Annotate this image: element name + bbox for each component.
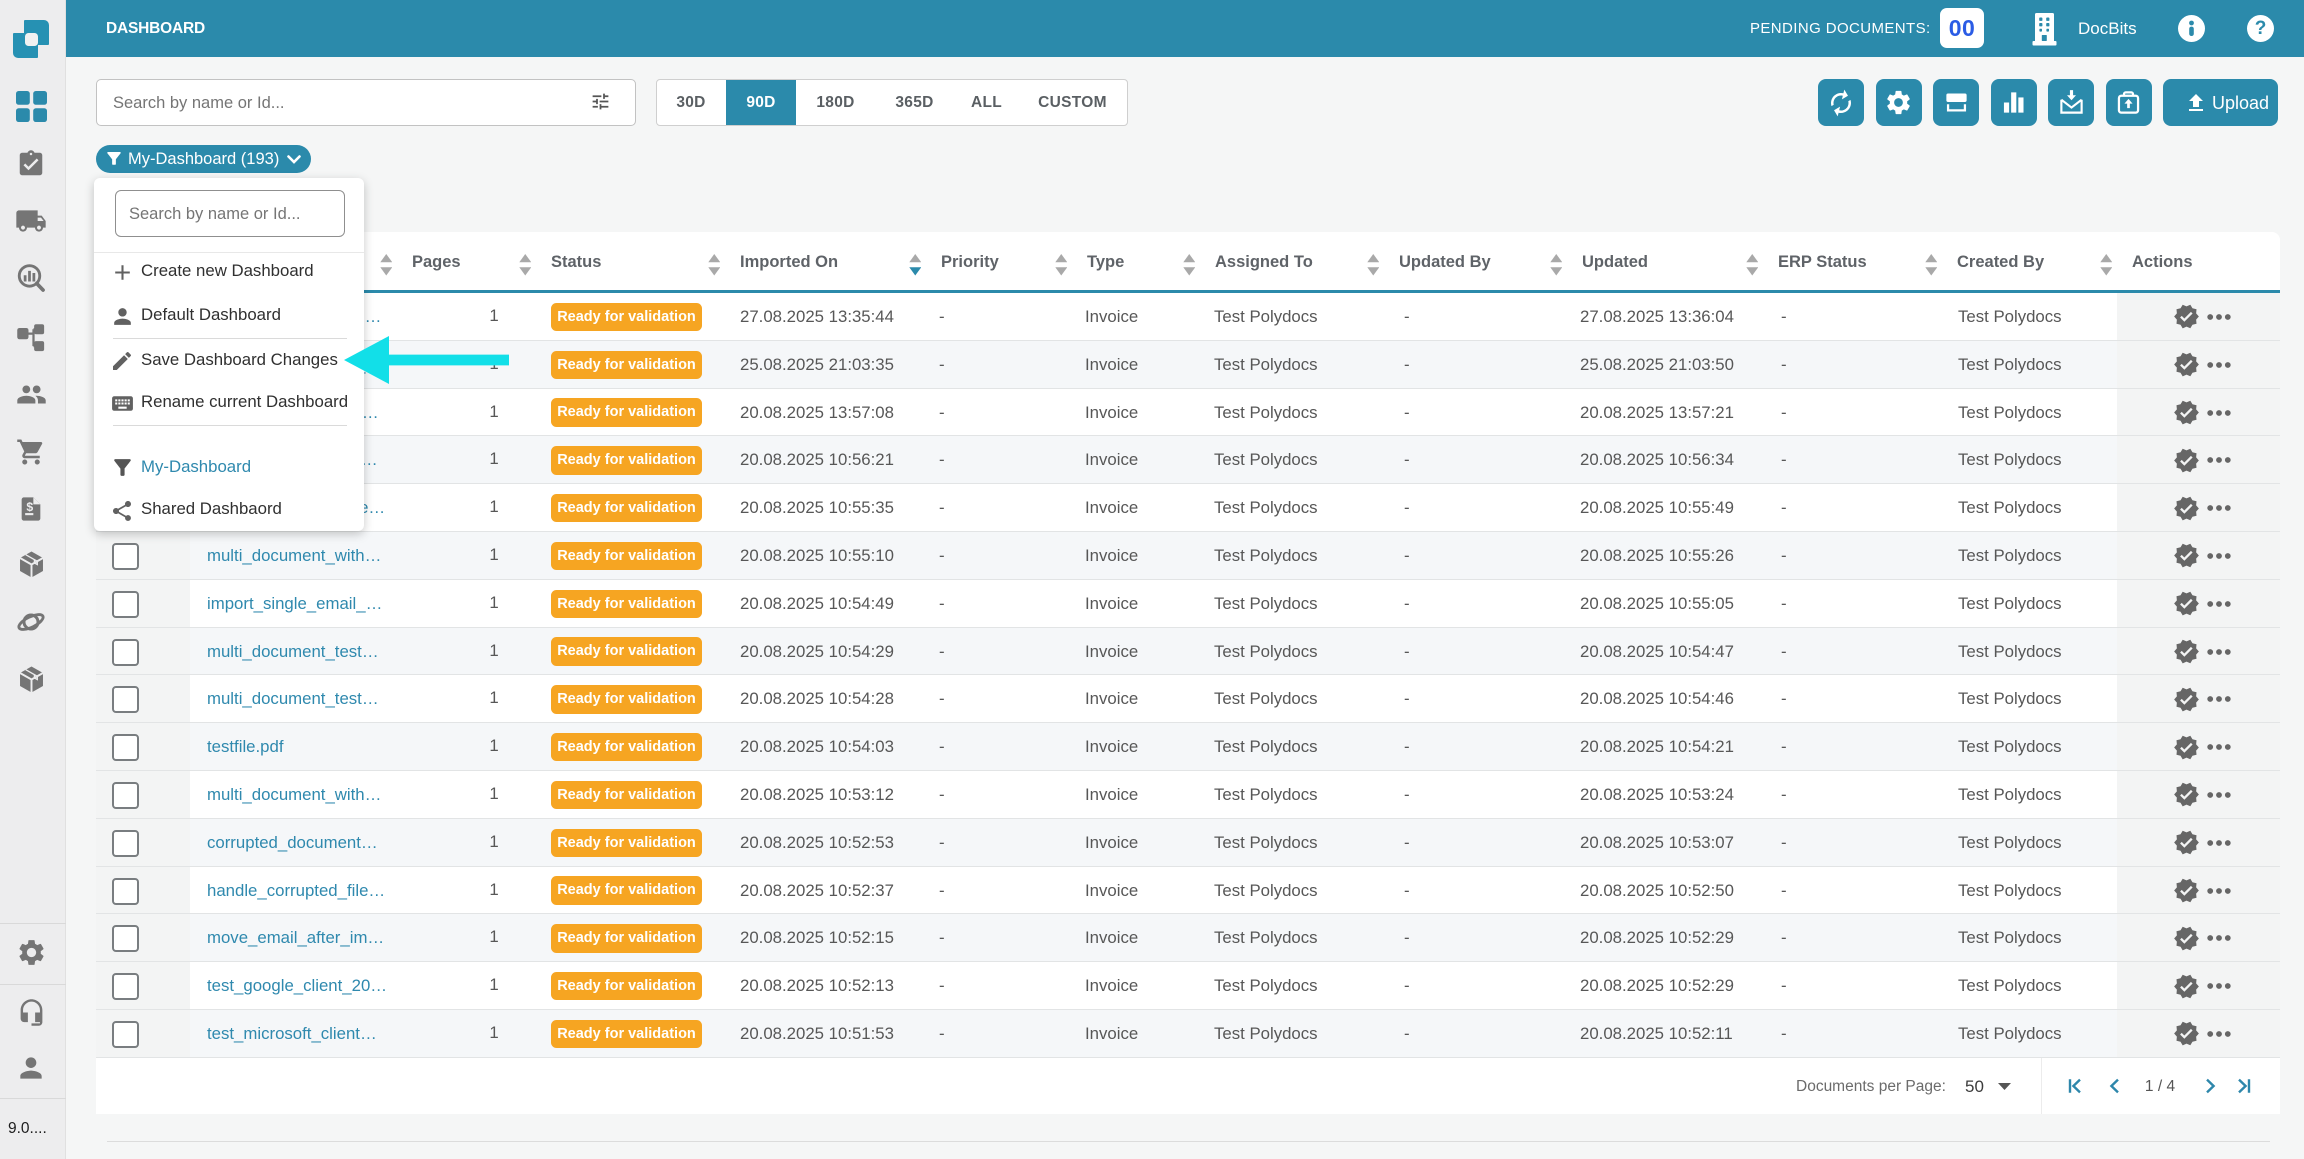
svg-text:$: $ xyxy=(26,500,33,514)
